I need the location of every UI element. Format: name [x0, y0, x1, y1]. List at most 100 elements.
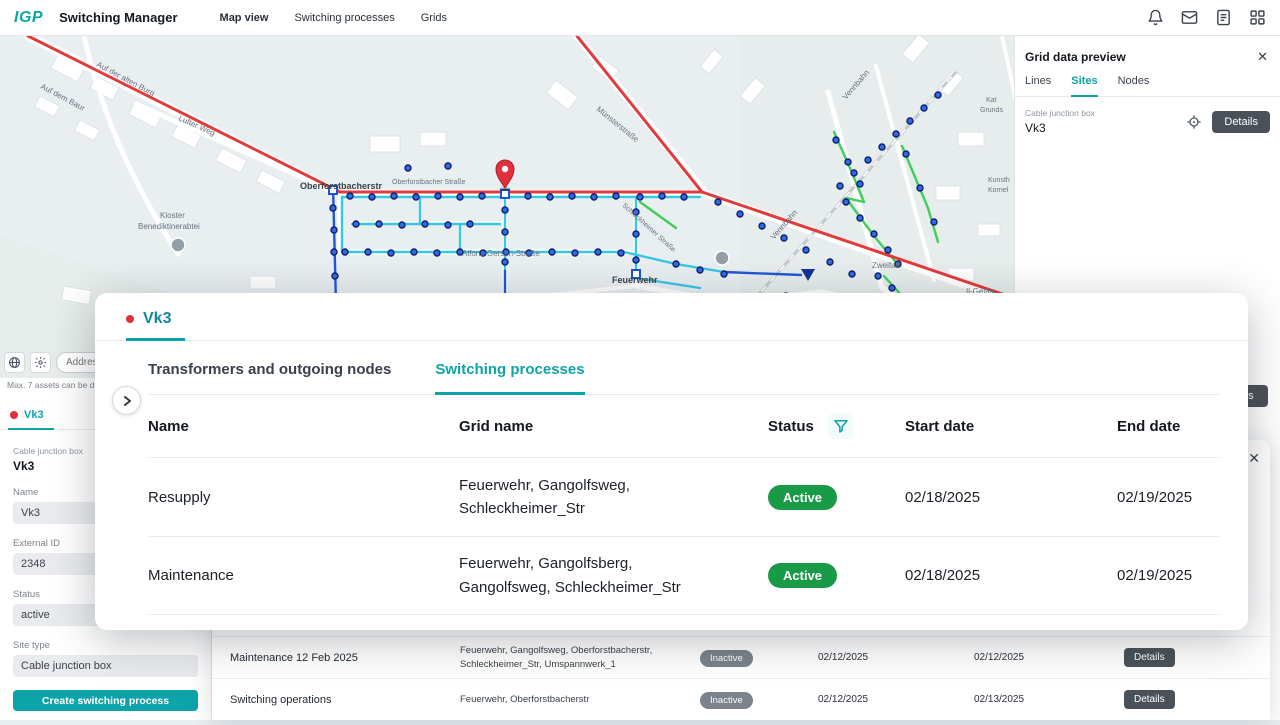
map-node[interactable] — [411, 249, 417, 255]
map-node[interactable] — [851, 170, 857, 176]
map-pin[interactable] — [496, 160, 514, 191]
document-icon[interactable] — [1215, 9, 1232, 26]
bell-icon[interactable] — [1147, 9, 1164, 26]
map-node[interactable] — [893, 131, 899, 137]
map-node[interactable] — [803, 247, 809, 253]
map-node[interactable] — [591, 194, 597, 200]
map-node[interactable] — [332, 273, 338, 279]
map-node[interactable] — [435, 193, 441, 199]
map-node[interactable] — [917, 185, 923, 191]
map-node[interactable] — [879, 144, 885, 150]
settings-button[interactable] — [30, 352, 51, 373]
map-node[interactable] — [618, 250, 624, 256]
map-node[interactable] — [369, 194, 375, 200]
map-node[interactable] — [445, 163, 451, 169]
map-node[interactable] — [331, 249, 337, 255]
map-node[interactable] — [931, 219, 937, 225]
close-icon[interactable]: ✕ — [1257, 49, 1268, 65]
map-node[interactable] — [479, 193, 485, 199]
details-button[interactable]: Details — [1124, 648, 1175, 667]
site-type-field[interactable] — [13, 655, 198, 677]
map-node[interactable] — [875, 273, 881, 279]
map-node[interactable] — [569, 193, 575, 199]
details-button[interactable]: Details — [1212, 111, 1270, 133]
close-icon[interactable]: ✕ — [1248, 450, 1260, 467]
table-row[interactable]: Switching operations Feuerwehr, Oberfors… — [212, 678, 1270, 720]
map-node[interactable] — [837, 183, 843, 189]
map-node[interactable] — [457, 194, 463, 200]
map-node[interactable] — [353, 221, 359, 227]
map-node[interactable] — [921, 105, 927, 111]
map-node[interactable] — [365, 249, 371, 255]
map-node[interactable] — [330, 205, 336, 211]
map-node[interactable] — [633, 257, 639, 263]
map-node[interactable] — [659, 193, 665, 199]
map-node[interactable] — [721, 271, 727, 277]
map-node[interactable] — [715, 199, 721, 205]
map-node[interactable] — [907, 118, 913, 124]
map-node[interactable] — [502, 207, 508, 213]
map-node[interactable] — [737, 211, 743, 217]
create-switching-process-button[interactable]: Create switching process — [13, 690, 198, 711]
locate-icon[interactable] — [1186, 114, 1202, 130]
map-node[interactable] — [572, 250, 578, 256]
map-node[interactable] — [781, 235, 787, 241]
tab-switching-processes[interactable]: Switching processes — [435, 361, 584, 395]
map-node[interactable] — [681, 194, 687, 200]
map-node[interactable] — [845, 159, 851, 165]
tab-lines[interactable]: Lines — [1025, 75, 1051, 96]
map-node[interactable] — [549, 249, 555, 255]
table-row[interactable]: Resupply Feuerwehr, Gangolfsweg, Schleck… — [148, 457, 1220, 536]
map-node[interactable] — [697, 267, 703, 273]
map-node[interactable] — [759, 223, 765, 229]
map-node[interactable] — [885, 247, 891, 253]
table-row[interactable]: Maintenance Feuerwehr, Gangolfsberg, Gan… — [148, 536, 1220, 615]
tab-transformers[interactable]: Transformers and outgoing nodes — [148, 361, 391, 394]
map-node[interactable] — [843, 199, 849, 205]
map-node[interactable] — [889, 285, 895, 291]
map-node[interactable] — [935, 92, 941, 98]
apps-grid-icon[interactable] — [1249, 9, 1266, 26]
map-node[interactable] — [376, 221, 382, 227]
modal-site-tab[interactable]: Vk3 — [126, 310, 185, 341]
map-node[interactable] — [399, 222, 405, 228]
map-node[interactable] — [342, 249, 348, 255]
tab-nodes[interactable]: Nodes — [1118, 75, 1150, 96]
map-node[interactable] — [331, 227, 337, 233]
status-filter-button[interactable] — [828, 413, 854, 439]
map-node[interactable] — [595, 249, 601, 255]
nav-grids[interactable]: Grids — [421, 12, 447, 24]
map-node[interactable] — [502, 229, 508, 235]
map-node[interactable] — [434, 250, 440, 256]
layers-globe-button[interactable] — [4, 352, 25, 373]
mail-icon[interactable] — [1181, 9, 1198, 26]
table-row[interactable]: Maintenance 12 Feb 2025 Feuerwehr, Gango… — [212, 636, 1270, 678]
tab-sites[interactable]: Sites — [1071, 75, 1097, 97]
map-node[interactable] — [547, 194, 553, 200]
map-node[interactable] — [388, 250, 394, 256]
details-button[interactable]: Details — [1124, 690, 1175, 709]
map-node[interactable] — [467, 221, 473, 227]
map-node[interactable] — [903, 151, 909, 157]
map-node[interactable] — [865, 157, 871, 163]
map-node[interactable] — [525, 193, 531, 199]
map-node[interactable] — [827, 259, 833, 265]
map-node[interactable] — [502, 259, 508, 265]
map-node[interactable] — [673, 261, 679, 267]
map-substation-square[interactable] — [501, 190, 509, 198]
map-node[interactable] — [413, 194, 419, 200]
map-node[interactable] — [347, 193, 353, 199]
collapse-panel-button[interactable] — [112, 386, 141, 415]
nav-switching-processes[interactable]: Switching processes — [294, 12, 394, 24]
map-node[interactable] — [445, 222, 451, 228]
map-node[interactable] — [405, 165, 411, 171]
map-node[interactable] — [391, 193, 397, 199]
map-node[interactable] — [633, 231, 639, 237]
map-node[interactable] — [857, 181, 863, 187]
nav-map-view[interactable]: Map view — [220, 12, 269, 24]
map-node[interactable] — [637, 194, 643, 200]
map-node[interactable] — [613, 193, 619, 199]
map-node[interactable] — [871, 231, 877, 237]
map-node[interactable] — [422, 221, 428, 227]
map-node[interactable] — [857, 215, 863, 221]
